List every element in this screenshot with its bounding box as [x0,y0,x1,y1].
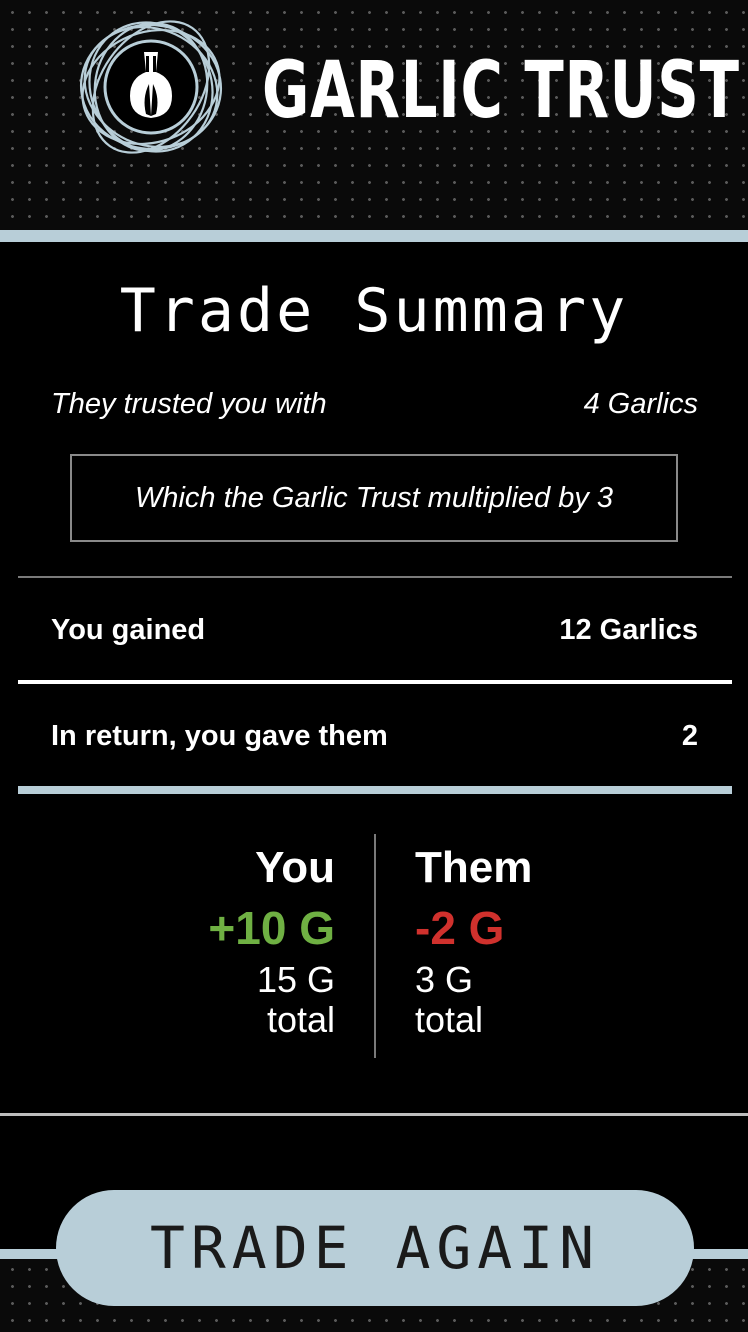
divider [18,680,732,684]
gained-value: 12 Garlics [559,614,698,646]
trusted-value: 4 Garlics [583,388,698,420]
brand-name: GARLIC TRUST [262,46,740,136]
page-title: Trade Summary [119,276,629,346]
footer-divider [0,1113,748,1116]
trusted-label: They trusted you with [51,388,327,420]
gave-label: In return, you gave them [51,720,388,752]
results-divider [374,834,376,1058]
them-result: Them -2 G 3 G total [415,840,532,1040]
multiplier-note: Which the Garlic Trust multiplied by 3 [70,454,678,542]
divider [18,576,732,578]
you-label: You [255,843,335,892]
them-label: Them [415,843,533,892]
trade-again-button[interactable]: TRADE AGAIN [56,1190,694,1306]
multiplier-text: Which the Garlic Trust multiplied by 3 [134,481,614,514]
you-total-suffix: total [266,999,335,1040]
header-divider [0,230,748,242]
accent-divider [18,786,732,794]
gave-value: 2 [681,720,698,752]
you-total: 15 G [256,959,335,1000]
you-result: You +10 G 15 G total [208,840,335,1040]
them-delta: -2 G [415,902,505,954]
gained-label: You gained [51,614,206,646]
you-delta: +10 G [208,902,335,954]
header: GARLIC TRUST [0,0,748,230]
them-total: 3 G [415,959,474,1000]
garlic-logo-icon [76,12,226,162]
them-total-suffix: total [415,999,484,1040]
